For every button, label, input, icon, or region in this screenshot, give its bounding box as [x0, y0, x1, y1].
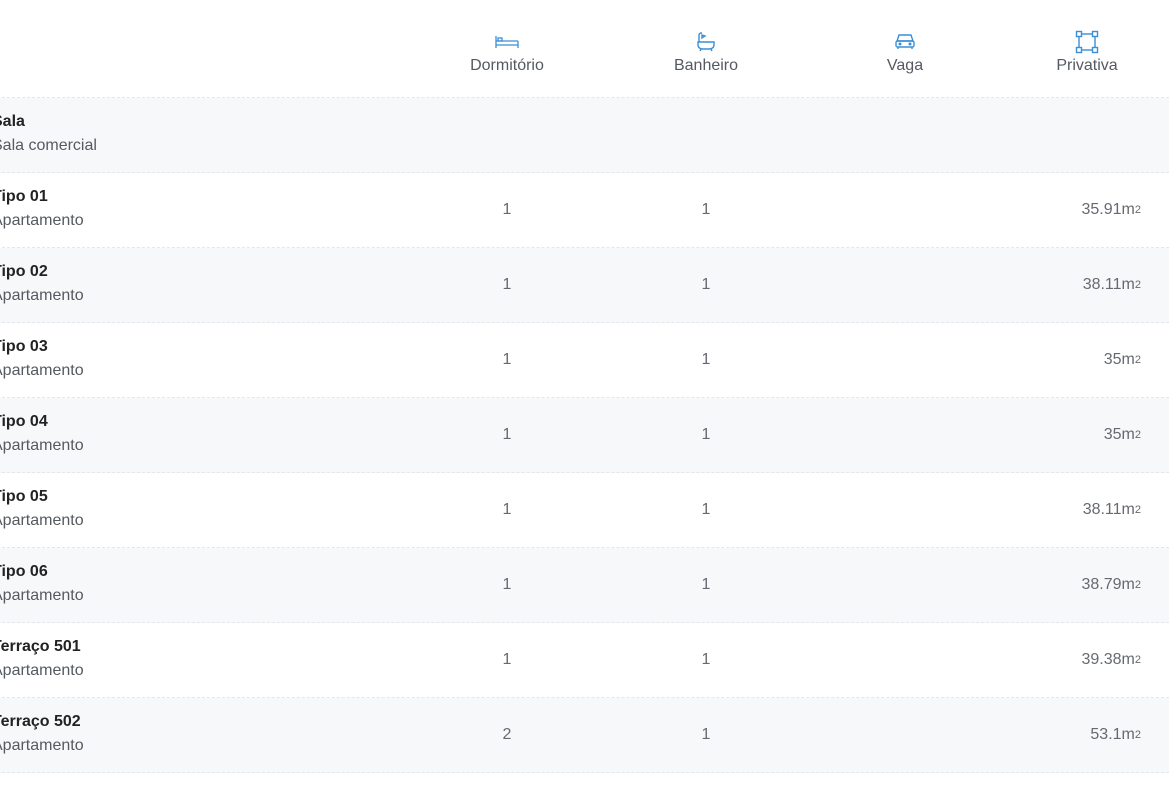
dormitorio-cell: 1 — [502, 651, 512, 668]
privativa-value: 38.11m — [1082, 501, 1135, 518]
table-row: Terraço 501 Apartamento 1 1 39.38m 2 — [0, 623, 1169, 698]
dormitorio-cell: 1 — [502, 201, 512, 218]
header-label: Banheiro — [673, 57, 739, 74]
bathtub-icon — [696, 30, 716, 54]
header-privativa: Privativa — [1005, 22, 1169, 97]
banheiro-cell: 1 — [701, 426, 711, 443]
unit-title: Sala — [0, 113, 25, 130]
privativa-value: 35.91m — [1081, 201, 1135, 218]
privativa-cell: 39.38m 2 — [1005, 651, 1169, 669]
banheiro-cell: 1 — [701, 651, 711, 668]
privativa-cell: 35m 2 — [1005, 351, 1169, 369]
header-label: Privativa — [1056, 57, 1118, 74]
banheiro-cell: 1 — [701, 351, 711, 368]
area-icon — [1075, 30, 1099, 54]
header-dormitorio: Dormitório — [407, 22, 607, 97]
unit-type: Apartamento — [0, 362, 84, 379]
unit-title: Tipo 01 — [0, 188, 48, 205]
table-row: Terraço 502 Apartamento 2 1 53.1m 2 — [0, 698, 1169, 773]
privativa-value: 38.79m — [1081, 576, 1135, 593]
dormitorio-cell: 1 — [502, 576, 512, 593]
unit-title: Tipo 03 — [0, 338, 48, 355]
privativa-cell: 38.79m 2 — [1005, 576, 1169, 594]
banheiro-cell: 1 — [701, 576, 711, 593]
header-unit-column — [0, 22, 407, 97]
unit-title: Tipo 02 — [0, 263, 48, 280]
unit-cell: Tipo 01 Apartamento — [0, 186, 407, 234]
banheiro-cell: 1 — [701, 276, 711, 293]
car-icon — [894, 30, 916, 54]
unit-cell: Sala Sala comercial — [0, 111, 407, 159]
table-row: Tipo 06 Apartamento 1 1 38.79m2 — [0, 548, 1169, 623]
privativa-cell: 35m 2 — [1005, 426, 1169, 444]
header-label: Dormitório — [470, 57, 544, 74]
area-unit-exponent: 2 — [1134, 204, 1141, 216]
table-body: Sala Sala comercial Tipo 01 Apartamento 1 1 35… — [0, 98, 1169, 773]
unit-type: Apartamento — [0, 662, 84, 679]
privativa-value: 35m — [1103, 351, 1135, 368]
dormitorio-cell: 2 — [502, 726, 512, 743]
dormitorio-cell: 1 — [502, 276, 512, 293]
header-vaga: Vaga — [805, 22, 1005, 97]
unit-cell: Tipo 02 Apartamento — [0, 261, 407, 309]
privativa-value: 53.1m — [1090, 726, 1135, 743]
unit-type: Apartamento — [0, 512, 84, 529]
unit-type: Apartamento — [0, 737, 84, 754]
unit-cell: Terraço 501 Apartamento — [0, 636, 407, 684]
privativa-cell: 53.1m 2 — [1005, 726, 1169, 744]
bed-icon — [495, 30, 519, 54]
unit-type: Sala comercial — [0, 137, 97, 154]
banheiro-cell: 1 — [701, 726, 711, 743]
table-header: Dormitório Banheiro Vaga Privativa — [0, 22, 1169, 98]
banheiro-cell: 1 — [701, 501, 711, 518]
units-table: Dormitório Banheiro Vaga Privativa ala S… — [0, 22, 1169, 773]
area-unit-exponent: 2 — [1134, 729, 1141, 741]
table-row: Tipo 02 Apartamento 1 1 38.11m2 — [0, 248, 1169, 323]
dormitorio-cell: 1 — [502, 351, 512, 368]
privativa-cell: 35.91m 2 — [1005, 201, 1169, 219]
area-unit-exponent: 2 — [1134, 654, 1141, 666]
unit-title: Tipo 04 — [0, 413, 48, 430]
table-row: Tipo 01 Apartamento 1 1 35.91m2 — [0, 173, 1169, 248]
dormitorio-cell: 1 — [502, 501, 512, 518]
unit-type: Apartamento — [0, 287, 84, 304]
unit-cell: Tipo 04 Apartamento — [0, 411, 407, 459]
privativa-value: 38.11m — [1082, 276, 1135, 293]
unit-title: Tipo 06 — [0, 563, 48, 580]
header-banheiro: Banheiro — [607, 22, 805, 97]
unit-title: Terraço 501 — [0, 638, 81, 655]
dormitorio-cell: 1 — [502, 426, 512, 443]
unit-type: Apartamento — [0, 212, 84, 229]
table-row: Sala Sala comercial — [0, 98, 1169, 173]
banheiro-cell: 1 — [701, 201, 711, 218]
privativa-value: 35m — [1103, 426, 1135, 443]
unit-cell: Tipo 06 Apartamento — [0, 561, 407, 609]
unit-type: Apartamento — [0, 437, 84, 454]
table-row: Tipo 05 Apartamento 1 1 38.11m2 — [0, 473, 1169, 548]
privativa-value: 39.38m — [1081, 651, 1135, 668]
area-unit-exponent: 2 — [1134, 279, 1141, 291]
unit-cell: Terraço 502 Apartamento — [0, 711, 407, 759]
privativa-cell: 38.11m 2 — [1005, 501, 1169, 519]
table-row: Tipo 04 Apartamento 1 1 35m2 — [0, 398, 1169, 473]
area-unit-exponent: 2 — [1134, 429, 1141, 441]
unit-cell: Tipo 05 Apartamento — [0, 486, 407, 534]
privativa-cell: 38.11m 2 — [1005, 276, 1169, 294]
table-row: Tipo 03 Apartamento 1 1 35m2 — [0, 323, 1169, 398]
header-label: Vaga — [886, 57, 924, 74]
area-unit-exponent: 2 — [1134, 579, 1141, 591]
area-unit-exponent: 2 — [1134, 354, 1141, 366]
unit-cell: Tipo 03 Apartamento — [0, 336, 407, 384]
unit-type: Apartamento — [0, 587, 84, 604]
area-unit-exponent: 2 — [1134, 504, 1141, 516]
unit-title: Terraço 502 — [0, 713, 81, 730]
unit-title: Tipo 05 — [0, 488, 48, 505]
